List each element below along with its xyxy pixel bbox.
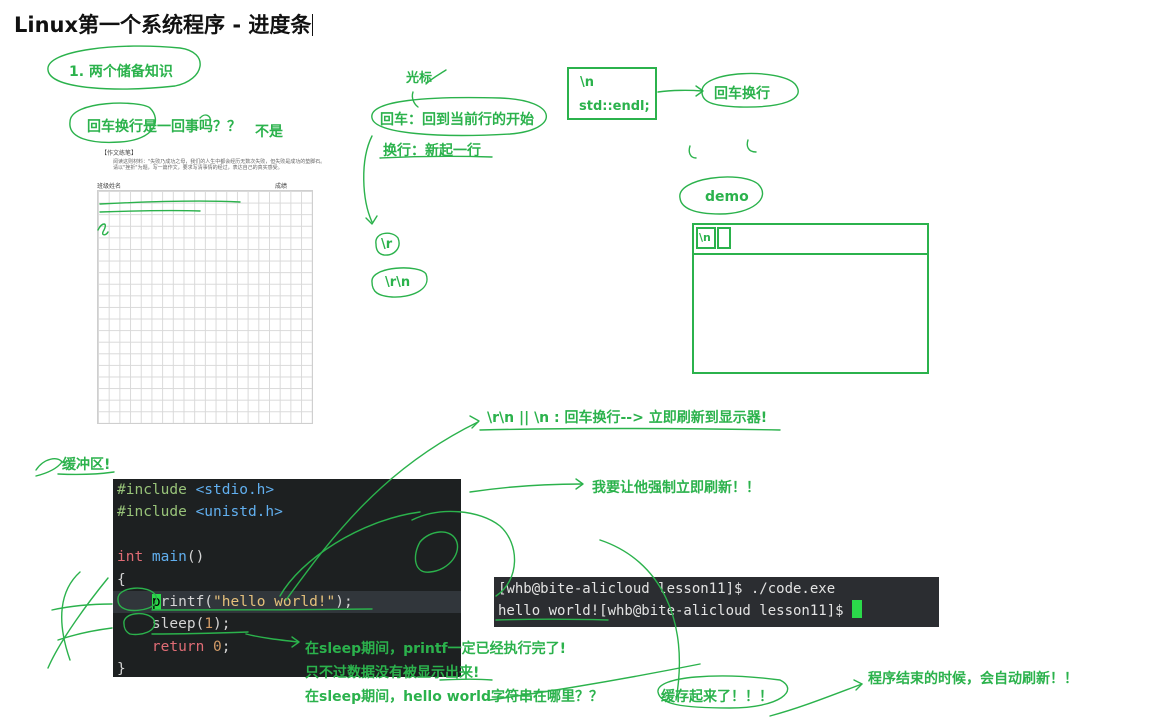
code-brace-open: { (117, 571, 126, 588)
code-line-5: { (113, 569, 461, 591)
code-cursor: p (151, 593, 161, 610)
code-line-1: #include <stdio.h> (113, 479, 461, 501)
code-line-6: printf("hello world!"); (113, 590, 461, 614)
note-cr: \r (381, 237, 393, 252)
code-header-unistd: <unistd.h> (186, 504, 283, 521)
note-demo: demo (705, 189, 749, 205)
code-printf-end: ); (335, 593, 353, 610)
code-return: return (117, 638, 205, 655)
ink-arrowhead-cr (365, 215, 378, 225)
paper-prompt: 阅读这则材料："失败乃成功之母，我们的人生中都会经历无数次失败，但失败是成功的垫… (113, 159, 326, 171)
terminal-line-2: hello world![whb@bite-alicloud lesson11]… (498, 600, 939, 622)
terminal-output: hello world![whb@bite-alicloud lesson11]… (498, 603, 853, 619)
ink-tick-2 (746, 139, 757, 153)
ink-arrow-to-cr (363, 135, 373, 223)
ink-left-line-1 (47, 577, 109, 669)
ink-arrow-endl (657, 89, 703, 93)
demo-screen: \n (692, 223, 929, 374)
note-prereq: 1. 两个储备知识 (69, 64, 173, 80)
note-lf-def: 换行：新起一行 (383, 143, 481, 159)
code-header-stdio: <stdio.h> (186, 482, 275, 498)
ink-arrow-auto (769, 683, 863, 717)
note-cursor: 光标 (406, 71, 433, 86)
paper-score-label: 成绩 (275, 183, 288, 190)
code-line-4: int main() (113, 546, 461, 568)
page-title: Linux第一个系统程序 - 进度条 (14, 9, 314, 39)
note-during-sleep: 在sleep期间，printf一定已经执行完了! (305, 641, 567, 657)
ink-flush-underline (479, 427, 781, 431)
note-crlf: \r\n (385, 275, 411, 290)
code-sleep: sleep( (117, 616, 205, 633)
endl-box: \n std::endl; (567, 67, 657, 120)
note-buffer: 缓冲区! (62, 457, 111, 473)
terminal-cursor (852, 600, 863, 618)
ink-arrowhead-endl (695, 85, 704, 97)
terminal: [whb@bite-alicloud lesson11]$ ./code.exe… (494, 577, 939, 627)
screen-cell-text: \n (699, 231, 711, 244)
endl-n: \n (580, 75, 595, 90)
terminal-line-1: [whb@bite-alicloud lesson11]$ ./code.exe (498, 581, 836, 597)
ink-buffer-mark (35, 458, 63, 477)
essay-grid (97, 190, 313, 424)
text-caret (312, 14, 314, 36)
code-return-end: ; (221, 638, 231, 655)
code-string: "hello world!" (213, 593, 336, 610)
code-include-2: #include (117, 504, 187, 521)
note-cached: 缓存起来了！！！ (661, 689, 773, 705)
ink-left-brace (61, 571, 81, 661)
paper-name-label: 班级姓名 (97, 183, 122, 190)
ink-left-line-2 (51, 603, 113, 611)
note-question: 回车换行是一回事吗？？ (87, 119, 241, 135)
code-brace-close: } (117, 661, 126, 678)
code-int: int (117, 549, 144, 566)
note-force-flush: 我要让他强制立即刷新！！ (592, 480, 760, 496)
screen-cell-1: \n (696, 227, 716, 249)
endl-std: std::endl; (579, 99, 650, 114)
code-main: main (143, 549, 187, 566)
ink-arrowhead-flush (469, 415, 480, 429)
note-answer: 不是 (255, 124, 283, 140)
code-line-2: #include <unistd.h> (113, 501, 461, 523)
code-include-1: #include (117, 482, 187, 498)
note-endl-meaning: 回车换行 (714, 86, 770, 102)
ink-arrow-force (469, 483, 583, 493)
code-parens: () (186, 549, 205, 566)
essay-paper-image: 【作文练笔】 阅读这则材料："失败乃成功之母，我们的人生中都会经历无数次失败，但… (97, 150, 325, 425)
note-where-str: 在sleep期间，hello world字符串在哪里？？ (305, 689, 603, 705)
code-printf: rintf( (160, 593, 214, 610)
ink-left-line-3 (57, 627, 113, 641)
ink-arrowhead-force (575, 478, 584, 490)
ink-arrowhead-auto (853, 679, 863, 691)
title-text: Linux第一个系统程序 - 进度条 (14, 13, 312, 37)
paper-heading: 【作文练笔】 (101, 150, 138, 157)
code-sleep-end: ); (213, 616, 231, 633)
ink-cursor-mark-2 (411, 91, 419, 108)
note-cr-def: 回车：回到当前行的开始 (380, 112, 534, 128)
code-return-val: 0 (204, 638, 222, 655)
code-sleep-arg: 1 (204, 616, 214, 633)
note-flush-rule: \r\n || \n : 回车换行--> 立即刷新到显示器! (487, 410, 768, 426)
note-not-shown: 只不过数据没有被显示出来! (305, 665, 480, 681)
ink-tick-1 (688, 145, 697, 159)
code-line-7: sleep(1); (113, 613, 461, 635)
note-auto-flush: 程序结束的时候，会自动刷新！！ (868, 671, 1078, 687)
screen-cell-2 (717, 227, 731, 249)
